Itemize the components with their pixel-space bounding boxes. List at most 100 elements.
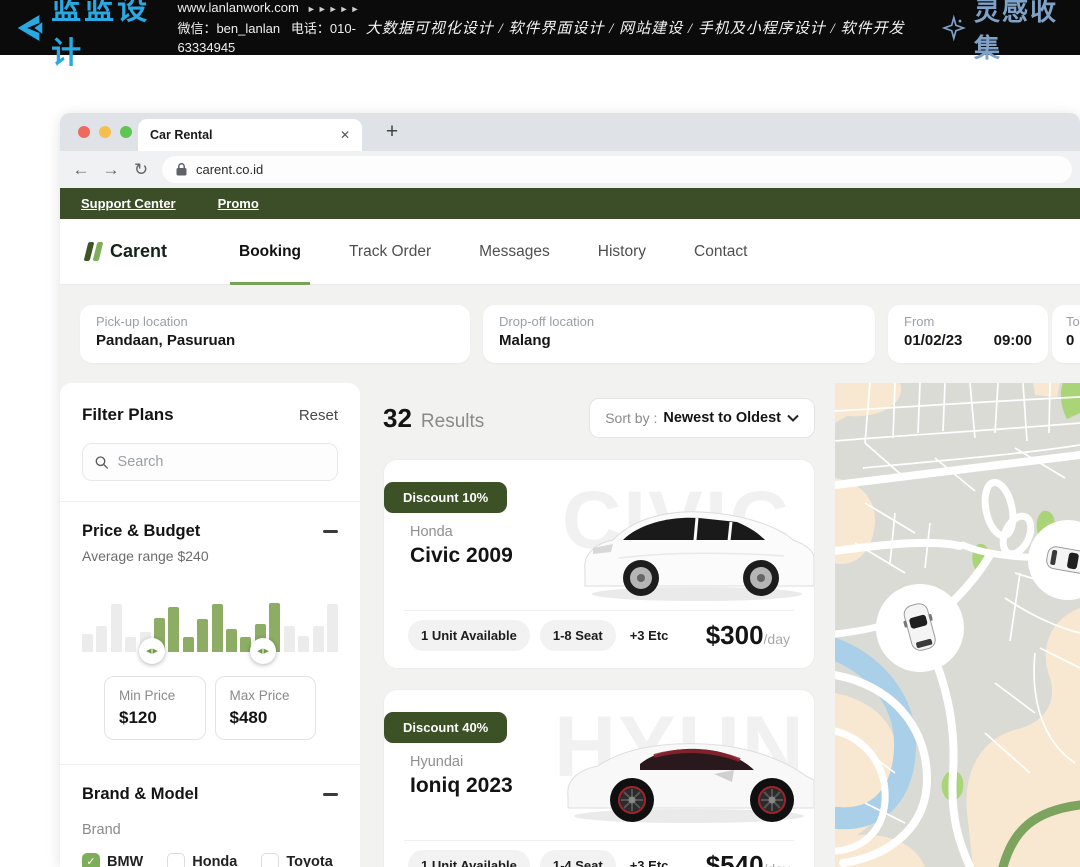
promo-banner: 蓝蓝设计 www.lanlanwork.com►►►►► 微信：ben_lanl… [0, 0, 1080, 55]
price-value: $540 [706, 850, 764, 867]
checkbox-honda[interactable] [167, 853, 185, 867]
histogram-bar [226, 629, 237, 652]
collect-text: 灵感收集 [974, 0, 1062, 65]
from-date: 01/02/23 [904, 332, 962, 349]
min-price-label: Min Price [119, 688, 191, 703]
slider-handle-right[interactable]: ◀▶ [250, 638, 276, 664]
seat-badge: 1-4 Seat [540, 850, 616, 867]
min-price-box[interactable]: Min Price $120 [104, 676, 206, 740]
browser-toolbar: ← → ↻ carent.co.id [60, 151, 1080, 188]
browser-tab[interactable]: Car Rental ✕ [138, 119, 362, 151]
traffic-lights[interactable] [78, 126, 132, 138]
banner-website: www.lanlanwork.com [177, 0, 298, 15]
histogram-bar [313, 626, 324, 652]
collapse-icon[interactable] [323, 530, 338, 533]
from-label: From [904, 314, 1032, 329]
lanlan-logo: 蓝蓝设计 [12, 0, 155, 72]
nav-messages[interactable]: Messages [479, 243, 550, 261]
results-label: Results [421, 411, 484, 433]
filter-search[interactable] [82, 443, 338, 481]
back-icon[interactable]: ← [66, 160, 96, 180]
car-model: Ioniq 2023 [410, 774, 513, 798]
browser-tabstrip: Car Rental ✕ + [60, 113, 1080, 151]
max-price-label: Max Price [230, 688, 302, 703]
banner-contact: www.lanlanwork.com►►►►► 微信：ben_lanlan 电话… [177, 0, 365, 57]
car-image-sports [564, 704, 814, 834]
price-per: /day [764, 631, 790, 647]
reload-icon[interactable]: ↻ [126, 160, 156, 180]
lanlan-logo-icon [12, 9, 45, 47]
support-center-link[interactable]: Support Center [81, 196, 176, 211]
carent-brand-name: Carent [110, 241, 167, 262]
new-tab-button[interactable]: + [378, 118, 406, 146]
banner-arrows: ►►►►► [307, 4, 362, 14]
pickup-label: Pick-up location [96, 314, 454, 329]
site-nav: Carent Booking Track Order Messages Hist… [60, 219, 1080, 285]
seat-badge: 1-8 Seat [540, 620, 616, 651]
results-count: 32 [383, 403, 412, 434]
brand-group-label: Brand [82, 822, 338, 838]
sparkle-icon [942, 13, 966, 43]
histogram-bar [125, 637, 136, 652]
checkbox-bmw-label: BMW [107, 854, 143, 867]
support-bar: Support Center Promo [60, 188, 1080, 219]
pickup-location-field[interactable]: Pick-up location Pandaan, Pasuruan [80, 305, 470, 363]
histogram-bar [82, 634, 93, 652]
collapse-icon[interactable] [323, 793, 338, 796]
banner-wechat: 微信：ben_lanlan [177, 21, 280, 36]
pickup-value: Pandaan, Pasuruan [96, 332, 454, 349]
checkbox-bmw[interactable]: ✓ [82, 853, 100, 867]
car-card-civic[interactable]: CIVIC Discount 10% Honda Civic 2009 [383, 459, 815, 669]
dropoff-value: Malang [499, 332, 859, 349]
etc-label: +3 Etc [630, 858, 669, 867]
promo-link[interactable]: Promo [218, 196, 259, 211]
price-per: /day [764, 861, 790, 867]
filter-sidebar: Filter Plans Reset Price & Budget Averag… [60, 383, 360, 867]
map[interactable] [835, 383, 1080, 867]
car-brand: Hyundai [410, 754, 463, 770]
nav-history[interactable]: History [598, 243, 646, 261]
page-content: Pick-up location Pandaan, Pasuruan Drop-… [60, 285, 1080, 867]
url-text: carent.co.id [196, 162, 263, 177]
price-histogram: ◀▶◀▶ [82, 586, 338, 652]
nav-contact[interactable]: Contact [694, 243, 747, 261]
unit-badge: 1 Unit Available [408, 850, 530, 867]
histogram-bar [197, 619, 208, 652]
minimize-window-button[interactable] [99, 126, 111, 138]
discount-badge: Discount 10% [384, 482, 507, 513]
slider-handle-left[interactable]: ◀▶ [139, 638, 165, 664]
histogram-bar [212, 604, 223, 652]
address-bar[interactable]: carent.co.id [162, 156, 1072, 183]
car-image-hatchback [579, 486, 814, 611]
maximize-window-button[interactable] [120, 126, 132, 138]
car-card-ioniq[interactable]: HYUN Discount 40% Hyundai Ioniq 2023 [383, 689, 815, 867]
forward-icon[interactable]: → [96, 160, 126, 180]
to-datetime-field[interactable]: To 0 [1052, 305, 1080, 363]
sort-prefix: Sort by : [605, 410, 657, 426]
max-price-value: $480 [230, 708, 302, 728]
dropoff-location-field[interactable]: Drop-off location Malang [483, 305, 875, 363]
brand-model-section: Brand & Model Brand ✓ BMW Honda Toyota [60, 765, 360, 867]
max-price-box[interactable]: Max Price $480 [215, 676, 317, 740]
min-price-value: $120 [119, 708, 191, 728]
nav-booking[interactable]: Booking [239, 243, 301, 261]
histogram-bar [298, 636, 309, 653]
filter-title: Filter Plans [82, 405, 174, 425]
from-datetime-field[interactable]: From 01/02/23 09:00 [888, 305, 1048, 363]
sort-value: Newest to Oldest [663, 410, 781, 426]
tab-title: Car Rental [150, 128, 213, 142]
price-budget-title: Price & Budget [82, 522, 200, 541]
sort-dropdown[interactable]: Sort by : Newest to Oldest [589, 398, 815, 438]
carent-logo[interactable]: Carent [86, 241, 167, 262]
browser-window: Car Rental ✕ + ← → ↻ carent.co.id Suppor… [60, 113, 1080, 867]
search-input[interactable] [118, 454, 325, 470]
to-value: 0 [1066, 332, 1080, 349]
close-window-button[interactable] [78, 126, 90, 138]
nav-track-order[interactable]: Track Order [349, 243, 431, 261]
tab-close-icon[interactable]: ✕ [340, 128, 350, 142]
map-car-marker[interactable] [876, 584, 964, 672]
checkbox-toyota[interactable] [261, 853, 279, 867]
car-brand: Honda [410, 524, 453, 540]
brand-model-title: Brand & Model [82, 785, 198, 804]
reset-button[interactable]: Reset [299, 407, 338, 424]
